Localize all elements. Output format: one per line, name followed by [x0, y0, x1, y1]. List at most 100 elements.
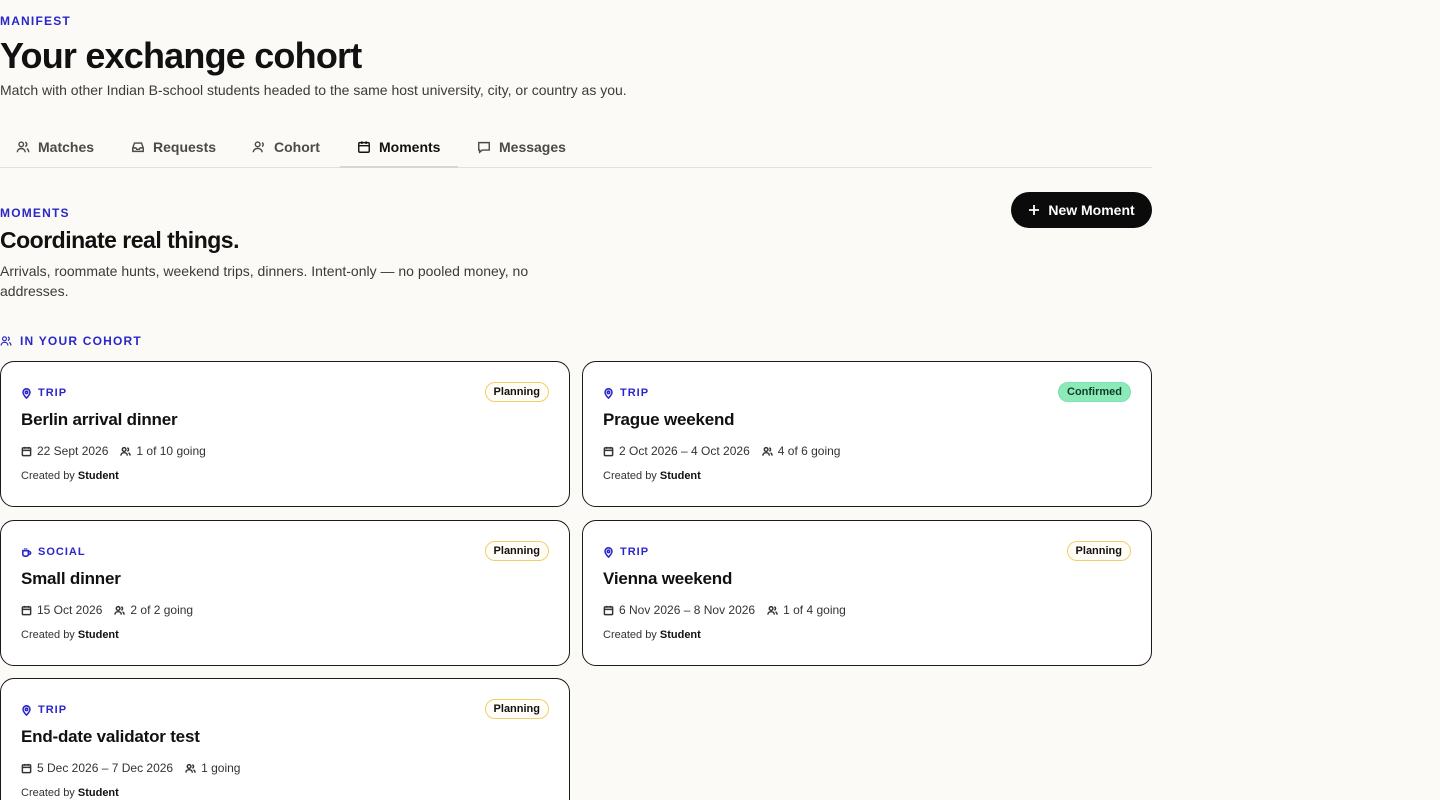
tab-label: Requests — [153, 139, 217, 155]
moment-card[interactable]: TRIP Planning End-date validator test 5 … — [0, 678, 570, 800]
users-icon — [120, 446, 132, 456]
inbox-icon — [132, 142, 144, 153]
cup-icon — [22, 547, 32, 557]
moment-date-text: 22 Sept 2026 — [37, 444, 109, 458]
section-eyebrow: MOMENTS — [0, 206, 70, 220]
plus-icon — [1029, 205, 1040, 215]
moment-card[interactable]: TRIP Confirmed Prague weekend 2 Oct 2026… — [582, 361, 1152, 507]
moment-kind: SOCIAL — [21, 546, 86, 558]
users-icon — [114, 605, 126, 615]
moment-kind-label: TRIP — [620, 546, 650, 558]
section-subtitle: Arrivals, roommate hunts, weekend trips,… — [0, 263, 529, 299]
moment-kind-label: TRIP — [620, 387, 650, 399]
moment-kind-label: SOCIAL — [38, 546, 86, 558]
moment-kind: TRIP — [603, 546, 649, 558]
moment-kind-label: TRIP — [38, 387, 68, 399]
creator-name: Student — [77, 629, 119, 641]
calendar-icon — [603, 605, 614, 615]
page-eyebrow: MANIFEST — [0, 14, 71, 28]
moment-attendance-text: 1 of 4 going — [783, 603, 846, 617]
moment-date-text: 15 Oct 2026 — [37, 603, 103, 617]
tab-label: Cohort — [274, 139, 320, 155]
moment-creator: Created by Student — [21, 787, 119, 799]
moment-attendance-text: 4 of 6 going — [777, 444, 841, 458]
moment-kind: TRIP — [603, 387, 649, 399]
moment-date: 5 Dec 2026 – 7 Dec 2026 — [21, 761, 173, 775]
tab-cohort[interactable]: Cohort — [252, 126, 320, 168]
moment-date: 22 Sept 2026 — [21, 444, 108, 458]
moment-attendance-text: 2 of 2 going — [130, 603, 194, 617]
status-badge: Planning — [484, 541, 549, 561]
status-badge: Confirmed — [1058, 382, 1131, 402]
creator-prefix: Created by — [21, 629, 75, 641]
moment-card[interactable]: SOCIAL Planning Small dinner 15 Oct 2026… — [0, 520, 570, 666]
calendar-icon — [21, 763, 32, 773]
moment-attendance: 1 going — [185, 761, 240, 775]
users-icon — [185, 763, 196, 773]
creator-prefix: Created by — [21, 787, 75, 799]
tab-label: Moments — [379, 139, 441, 155]
moment-date: 2 Oct 2026 – 4 Oct 2026 — [603, 444, 750, 458]
new-moment-label: New Moment — [1048, 202, 1135, 218]
moment-card[interactable]: TRIP Planning Berlin arrival dinner 22 S… — [0, 361, 570, 507]
calendar-icon — [358, 141, 370, 153]
message-icon — [478, 141, 490, 154]
moment-date: 15 Oct 2026 — [21, 603, 102, 617]
moment-attendance: 4 of 6 going — [761, 444, 841, 458]
moment-creator: Created by Student — [603, 629, 701, 641]
creator-name: Student — [77, 470, 119, 482]
users-icon — [761, 446, 773, 456]
status-badge: Planning — [484, 699, 549, 719]
calendar-icon — [21, 446, 32, 456]
map-pin-icon — [22, 704, 31, 716]
creator-prefix: Created by — [21, 470, 75, 482]
tab-moments[interactable]: Moments — [357, 126, 440, 168]
moment-attendance: 1 of 10 going — [120, 444, 206, 458]
user-icon — [252, 141, 264, 153]
moment-title: End-date validator test — [21, 727, 200, 746]
moment-meta: 22 Sept 2026 1 of 10 going — [21, 444, 206, 458]
calendar-icon — [603, 446, 614, 456]
cohort-group-label: IN YOUR COHORT — [0, 334, 142, 348]
creator-name: Student — [77, 787, 119, 799]
tab-matches[interactable]: Matches — [16, 126, 94, 168]
creator-prefix: Created by — [603, 470, 657, 482]
moment-title: Berlin arrival dinner — [21, 410, 178, 429]
tab-label: Messages — [499, 139, 566, 155]
calendar-icon — [21, 605, 32, 615]
page-title: Your exchange cohort — [0, 35, 362, 76]
moment-attendance: 2 of 2 going — [114, 603, 193, 617]
moment-title: Prague weekend — [603, 410, 735, 429]
tab-label: Matches — [38, 139, 95, 155]
moment-kind: TRIP — [21, 387, 67, 399]
section-title: Coordinate real things. — [0, 227, 239, 253]
tab-bar: Matches Requests Cohort Moments Messages — [0, 126, 1152, 168]
users-icon — [16, 141, 30, 153]
moment-card[interactable]: TRIP Planning Vienna weekend 6 Nov 2026 … — [582, 520, 1152, 666]
moment-meta: 15 Oct 2026 2 of 2 going — [21, 603, 193, 617]
map-pin-icon — [604, 546, 613, 558]
moment-meta: 6 Nov 2026 – 8 Nov 2026 1 of 4 going — [603, 603, 846, 617]
moment-kind-label: TRIP — [38, 704, 68, 716]
moment-attendance-text: 1 of 10 going — [136, 444, 206, 458]
page-subtitle: Match with other Indian B-school student… — [0, 82, 627, 98]
status-badge: Planning — [484, 382, 549, 402]
moment-title: Vienna weekend — [603, 569, 733, 588]
moment-attendance-text: 1 going — [201, 761, 241, 775]
creator-name: Student — [659, 629, 701, 641]
map-pin-icon — [22, 387, 31, 399]
tab-messages[interactable]: Messages — [477, 126, 566, 168]
active-tab-indicator — [340, 166, 458, 168]
cohort-group-text: IN YOUR COHORT — [20, 334, 142, 348]
new-moment-button[interactable]: New Moment — [1011, 192, 1152, 228]
tab-requests[interactable]: Requests — [131, 126, 216, 168]
moment-date-text: 6 Nov 2026 – 8 Nov 2026 — [619, 603, 756, 617]
moment-creator: Created by Student — [603, 470, 701, 482]
moment-attendance: 1 of 4 going — [767, 603, 846, 617]
moment-date: 6 Nov 2026 – 8 Nov 2026 — [603, 603, 755, 617]
moment-meta: 5 Dec 2026 – 7 Dec 2026 1 going — [21, 761, 240, 775]
moment-title: Small dinner — [21, 569, 121, 588]
moment-creator: Created by Student — [21, 470, 119, 482]
moment-meta: 2 Oct 2026 – 4 Oct 2026 4 of 6 going — [603, 444, 840, 458]
users-icon — [767, 605, 778, 615]
